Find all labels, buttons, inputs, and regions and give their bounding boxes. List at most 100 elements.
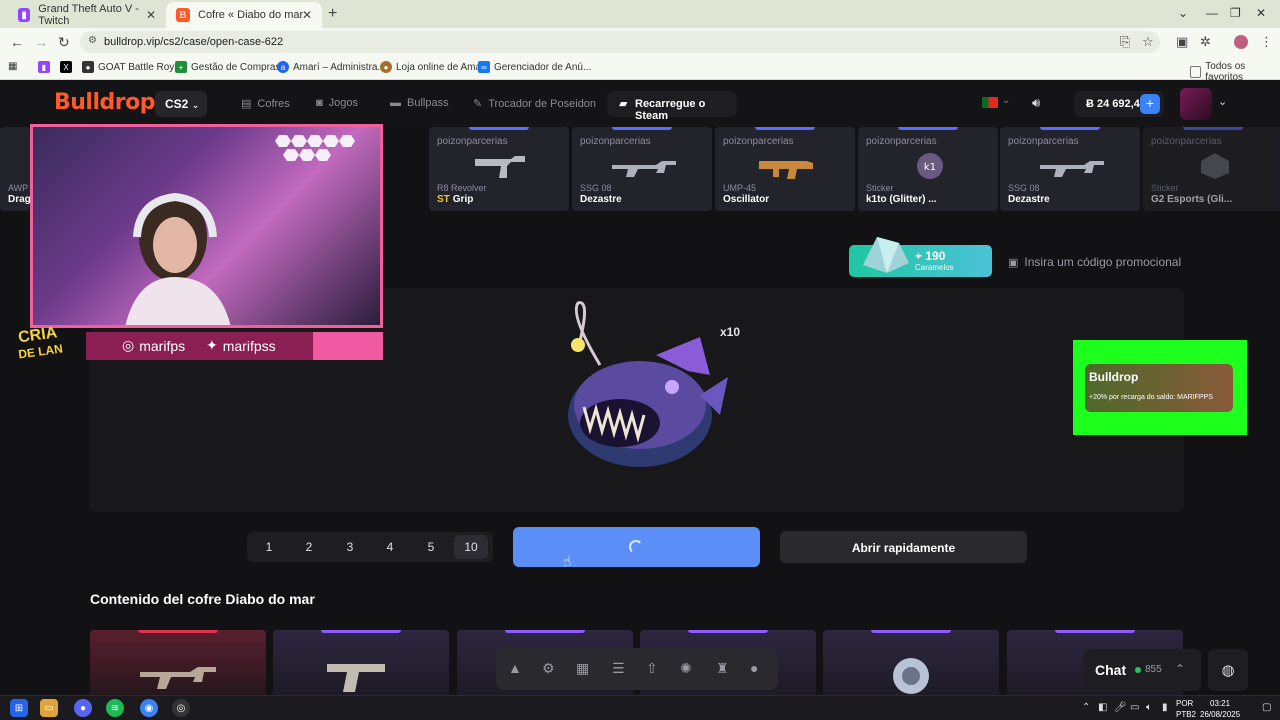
back-icon[interactable]: ←	[10, 34, 24, 50]
sponsor-ad-overlay: Bulldrop +20% por recarga do saldo: MARI…	[1073, 340, 1247, 435]
chevron-down-icon[interactable]: ⌄	[1002, 95, 1010, 106]
qty-option-5[interactable]: 5	[419, 540, 443, 554]
caramel-bonus[interactable]: + 190 Caramelos	[849, 237, 992, 277]
microphone-icon[interactable]: 🎤︎	[1114, 702, 1127, 713]
case-item-card[interactable]	[823, 630, 999, 700]
language-indicator[interactable]: POR PTB2	[1176, 698, 1196, 720]
clock-date: 26/08/2025	[1200, 710, 1241, 719]
support-button[interactable]: ◍	[1208, 649, 1248, 691]
drop-name: ST Grip	[437, 194, 473, 205]
arrow-tool-icon[interactable]: ▲	[508, 660, 522, 676]
tab-search-icon[interactable]: ⌄	[1178, 6, 1188, 20]
extension-badge-icon[interactable]: ▣	[1176, 34, 1188, 50]
profile-avatar[interactable]	[1234, 35, 1248, 49]
bookmark-x[interactable]: X	[60, 61, 76, 73]
qty-option-10[interactable]: 10	[454, 535, 488, 559]
qty-option-3[interactable]: 3	[338, 540, 362, 554]
drop-card[interactable]: poizonparcerias Sticker G2 Esports (Gli.…	[1143, 127, 1280, 211]
reload-icon[interactable]: ↻	[58, 34, 70, 51]
tray-app-icon[interactable]: ◧	[1098, 702, 1107, 713]
case-item-card[interactable]	[273, 630, 449, 700]
bookmark-amari-admin[interactable]: a Amarí – Administra...	[277, 61, 386, 73]
nav-cofres[interactable]: ▤ Cofres	[241, 97, 290, 111]
settings-icon[interactable]: ⚙	[542, 660, 555, 677]
tab-title: Grand Theft Auto V - Twitch	[38, 3, 139, 27]
network-icon[interactable]: ▭	[1130, 702, 1139, 713]
extensions-icon[interactable]: ✲	[1200, 34, 1211, 50]
qty-option-1[interactable]: 1	[257, 540, 281, 554]
chat-button[interactable]: Chat 855 ⌃	[1083, 649, 1201, 691]
qty-option-2[interactable]: 2	[297, 540, 321, 554]
obs-icon[interactable]: ◎	[172, 699, 190, 717]
portugal-flag-icon[interactable]	[982, 97, 998, 108]
bookmark-goat[interactable]: ● GOAT Battle Royale	[82, 61, 188, 73]
star-icon[interactable]: ☆	[1142, 34, 1154, 50]
drop-name: Dezastre	[1008, 194, 1050, 205]
case-item-card[interactable]	[90, 630, 266, 700]
close-icon[interactable]: ✕	[146, 8, 156, 22]
drop-user: poizonparcerias	[437, 136, 508, 147]
new-tab-icon[interactable]: +	[328, 5, 337, 23]
spotify-icon[interactable]: ≋	[106, 699, 124, 717]
all-favorites[interactable]: Todos os favoritos	[1190, 61, 1280, 83]
rarity-bar	[1055, 630, 1135, 633]
nav-jogos[interactable]: ◙ Jogos	[316, 97, 358, 109]
drop-type: AWP	[8, 183, 29, 193]
bookmark-loja[interactable]: ● Loja online de Amarí	[380, 61, 487, 73]
tray-chevron-icon[interactable]: ⌃	[1082, 702, 1090, 713]
qty-option-4[interactable]: 4	[378, 540, 402, 554]
volume-icon[interactable]: 🔊︎	[1032, 95, 1040, 111]
nav-bullpass[interactable]: ▬ Bullpass	[390, 97, 449, 109]
restore-icon[interactable]: ❐	[1230, 6, 1241, 20]
discord-icon[interactable]: ●	[74, 699, 92, 717]
windows-start-icon[interactable]: ⊞	[10, 699, 28, 717]
chrome-icon[interactable]: ◉	[140, 699, 158, 717]
list-icon[interactable]: ☰	[612, 660, 625, 677]
tab-bulldrop[interactable]: B Cofre « Diabo do mar » de Stan ✕	[166, 2, 322, 28]
game-selector[interactable]: CS2 ⌄	[155, 91, 207, 117]
vault-icon: ▤	[241, 98, 252, 110]
tower-icon[interactable]: ♜	[716, 660, 729, 677]
battery-icon[interactable]: ▮	[1162, 702, 1168, 713]
drop-type: Sticker	[866, 183, 894, 193]
tab-twitch[interactable]: ▮ Grand Theft Auto V - Twitch ✕	[8, 2, 166, 28]
chevron-down-icon[interactable]: ⌄	[1218, 95, 1227, 108]
notifications-icon[interactable]: ▢	[1262, 702, 1271, 713]
upgrade-icon[interactable]: ⇧	[646, 660, 658, 677]
wheel-icon[interactable]: ✺	[680, 660, 692, 677]
drop-card[interactable]: poizonparcerias k1 Sticker k1to (Glitter…	[858, 127, 998, 211]
promo-code-input[interactable]: ▣ Insira um código promocional	[1008, 255, 1181, 269]
nav-trocador[interactable]: ✎ Trocador de Poseidon	[473, 97, 596, 111]
ticket-icon[interactable]: ▦	[576, 660, 589, 677]
bookmark-twitch[interactable]: ▮	[38, 61, 54, 73]
speaker-icon[interactable]: 🔈︎	[1146, 702, 1152, 713]
bomb-icon[interactable]: ●	[750, 660, 758, 676]
close-icon[interactable]: ✕	[302, 8, 312, 22]
steam-label: Recarregue o Steam	[635, 98, 706, 122]
forward-icon[interactable]: →	[34, 34, 48, 50]
bookmark-meta[interactable]: ∞ Gerenciador de Anú...	[478, 61, 591, 73]
file-explorer-icon[interactable]: ▭	[40, 699, 58, 717]
fast-open-button[interactable]: Abrir rapidamente	[780, 531, 1027, 563]
install-icon[interactable]: ⎘	[1120, 34, 1130, 50]
sticker-icon	[1201, 153, 1229, 179]
drop-card[interactable]: poizonparcerias SSG 08 Dezastre	[572, 127, 712, 211]
url-input[interactable]: ⚙ bulldrop.vip/cs2/case/open-case-622	[80, 31, 1160, 53]
drop-card[interactable]: poizonparcerias SSG 08 Dezastre	[1000, 127, 1140, 211]
drop-card[interactable]: poizonparcerias R8 Revolver ST Grip	[429, 127, 569, 211]
site-logo[interactable]: Bulldrop	[54, 90, 155, 115]
menu-icon[interactable]: ⋮	[1260, 34, 1273, 50]
apps-icon[interactable]: ▦	[8, 61, 17, 72]
minimize-icon[interactable]: —	[1206, 6, 1218, 20]
bookmark-compras[interactable]: + Gestão de Compras...	[175, 61, 289, 73]
steam-topup-button[interactable]: ▰ Recarregue o Steam	[607, 91, 737, 122]
user-avatar[interactable]	[1180, 88, 1212, 120]
add-balance-button[interactable]: +	[1140, 94, 1160, 114]
system-clock[interactable]: 03:21 26/08/2025	[1200, 698, 1240, 720]
window-close-icon[interactable]: ✕	[1256, 6, 1266, 20]
rifle-icon	[612, 161, 676, 177]
drop-card[interactable]: AWP Drag	[0, 127, 30, 211]
gamepad-icon: ◙	[316, 97, 323, 109]
drop-card[interactable]: poizonparcerias UMP-45 Oscillator	[715, 127, 855, 211]
site-info-icon[interactable]: ⚙	[88, 35, 97, 46]
